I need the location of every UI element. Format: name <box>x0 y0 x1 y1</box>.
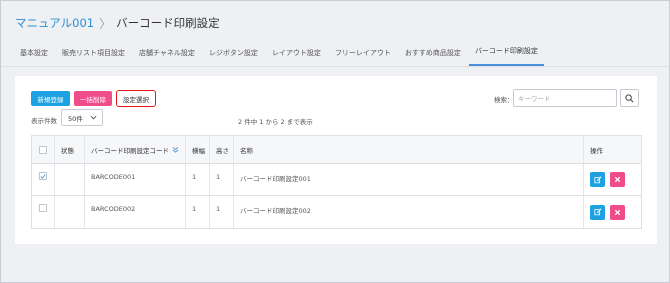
settings-select-button[interactable]: 設定選択 <box>116 90 156 107</box>
header-code[interactable]: バーコード印刷設定コード <box>85 136 186 163</box>
search-label: 検索： <box>494 96 514 104</box>
row-height: 1 <box>210 164 234 195</box>
tab-recommended-products[interactable]: おすすめ商品設定 <box>399 44 467 66</box>
header-width: 横幅 <box>186 136 210 163</box>
tab-basic-settings[interactable]: 基本設定 <box>14 44 54 66</box>
page-size-value: 50件 <box>68 114 83 123</box>
header-ops: 操作 <box>590 146 603 155</box>
row-width: 1 <box>186 196 210 228</box>
breadcrumb-separator: 〉 <box>99 16 112 31</box>
row-ops <box>584 196 641 228</box>
row-code: BARCODE001 <box>85 164 186 195</box>
search-input[interactable]: キーワード <box>513 89 617 107</box>
page-title: バーコード印刷設定 <box>116 16 220 30</box>
row-checkbox[interactable] <box>39 172 47 180</box>
chevron-down-icon <box>90 114 97 123</box>
row-width: 1 <box>186 164 210 195</box>
row-code: BARCODE002 <box>85 196 186 228</box>
barcode-settings-table: 状態 バーコード印刷設定コード 横幅 高さ 名称 操作 BARCODE001 1… <box>31 135 642 229</box>
delete-button[interactable] <box>610 204 625 220</box>
edit-icon <box>593 208 602 216</box>
bulk-delete-button[interactable]: 一括削除 <box>74 91 112 106</box>
row-height: 1 <box>210 196 234 228</box>
table-row: BARCODE001 1 1 バーコード印刷設定001 <box>32 164 641 196</box>
header-code-label: バーコード印刷設定コード <box>91 146 169 155</box>
edit-icon <box>593 175 602 183</box>
row-checkbox-cell <box>32 196 55 228</box>
select-all-checkbox[interactable] <box>39 145 47 154</box>
close-icon <box>614 209 621 215</box>
breadcrumb-parent-link[interactable]: マニュアル001 <box>15 15 94 31</box>
sort-icon[interactable] <box>172 146 179 153</box>
new-register-button[interactable]: 新規登録 <box>31 91 70 106</box>
header-checkbox-cell <box>32 136 55 163</box>
tab-layout-settings[interactable]: レイアウト設定 <box>266 44 327 66</box>
breadcrumb: マニュアル001 〉 バーコード印刷設定 <box>15 14 220 32</box>
tab-barcode-print-settings[interactable]: バーコード印刷設定 <box>468 44 544 66</box>
row-checkbox[interactable] <box>39 204 47 212</box>
tab-register-button-settings[interactable]: レジボタン設定 <box>203 44 264 66</box>
close-icon <box>614 176 621 183</box>
content-panel: 新規登録 一括削除 設定選択 検索： キーワード 表示件数 50件 2 件中 1… <box>15 76 657 244</box>
table-row: BARCODE002 1 1 バーコード印刷設定002 <box>32 196 641 228</box>
tab-sales-list-settings[interactable]: 販売リスト項目設定 <box>56 44 131 66</box>
header-name: 名称 <box>234 136 584 163</box>
row-ops <box>584 164 641 195</box>
edit-button[interactable] <box>590 204 605 220</box>
settings-tabs: 基本設定 販売リスト項目設定 店舗チャネル設定 レジボタン設定 レイアウト設定 … <box>1 41 669 67</box>
result-summary: 2 件中 1 から 2 まで表示 <box>238 118 313 126</box>
edit-button[interactable] <box>590 172 605 187</box>
checkmark-icon <box>40 173 46 179</box>
table-header-row: 状態 バーコード印刷設定コード 横幅 高さ 名称 操作 <box>32 136 641 164</box>
tab-free-layout[interactable]: フリーレイアウト <box>329 44 397 66</box>
header-status: 状態 <box>55 136 85 163</box>
app-window: マニュアル001 〉 バーコード印刷設定 基本設定 販売リスト項目設定 店舗チャ… <box>0 0 670 283</box>
page-size-select[interactable]: 50件 <box>61 109 103 126</box>
tab-store-channel-settings[interactable]: 店舗チャネル設定 <box>133 44 201 66</box>
delete-button[interactable] <box>610 172 625 187</box>
header-height: 高さ <box>210 136 234 163</box>
row-checkbox-cell <box>32 164 55 195</box>
search-button[interactable] <box>620 89 639 107</box>
row-name: バーコード印刷設定001 <box>234 164 584 195</box>
row-name: バーコード印刷設定002 <box>234 196 584 228</box>
row-status <box>55 164 85 195</box>
page-size-label: 表示件数 <box>31 117 57 125</box>
row-status <box>55 196 85 228</box>
search-icon <box>625 93 634 103</box>
